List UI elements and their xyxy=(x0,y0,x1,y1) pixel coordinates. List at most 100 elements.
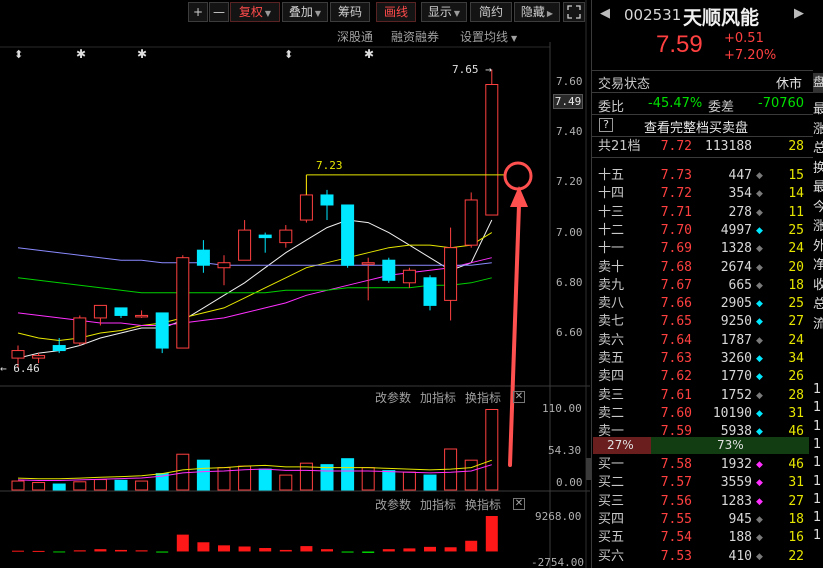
bid-row[interactable]: 买一 7.58 1932 ◆ 46 xyxy=(596,456,808,474)
full-book-link[interactable]: 查看完整档买卖盘 xyxy=(644,117,748,136)
volume-bar xyxy=(11,480,25,491)
ask-volume: 3260 xyxy=(720,351,752,366)
kline-chart[interactable] xyxy=(0,0,590,568)
far-right-value: 1 xyxy=(813,418,822,434)
help-icon[interactable]: ? xyxy=(599,118,613,132)
ask-row[interactable]: 十五 7.73 447 ◆ 15 xyxy=(596,167,808,185)
volume-bar xyxy=(320,464,334,491)
ma-line-1 xyxy=(17,219,493,359)
far-right-value: 1 xyxy=(813,455,822,471)
ask-row[interactable]: 十四 7.72 354 ◆ 14 xyxy=(596,185,808,203)
macd-bar xyxy=(465,540,478,552)
candle-body xyxy=(361,262,375,265)
change-params-button[interactable]: 改参数 xyxy=(375,496,411,513)
switch-indicator-button[interactable]: 换指标 xyxy=(465,389,501,406)
ask-row[interactable]: 十一 7.69 1328 ◆ 24 xyxy=(596,240,808,258)
far-right-value: 1 xyxy=(813,491,822,507)
macd-bar xyxy=(156,551,169,553)
diamond-icon: ◆ xyxy=(756,280,763,291)
candle-body xyxy=(485,84,499,216)
far-right-value: 1 xyxy=(813,400,822,416)
ask-volume: 354 xyxy=(728,186,752,202)
close-icon[interactable]: ✕ xyxy=(513,498,525,510)
ask-label: 十四 xyxy=(598,186,625,202)
macd-bar xyxy=(341,551,354,553)
ask-count: 25 xyxy=(788,296,804,312)
ask-row[interactable]: 卖九 7.67 665 ◆ 18 xyxy=(596,277,808,295)
price-axis-tick: 7.20 xyxy=(556,175,583,189)
ask-price: 7.61 xyxy=(660,387,692,403)
candle-body xyxy=(11,350,25,359)
weicha-value: -70760 xyxy=(758,96,805,111)
ask-row[interactable]: 卖十 7.68 2674 ◆ 20 xyxy=(596,259,808,277)
candle-body xyxy=(258,234,272,239)
diamond-icon: ◆ xyxy=(756,551,763,562)
prev-stock-icon[interactable]: ◀ xyxy=(600,6,610,21)
ask-row[interactable]: 卖四 7.62 1770 ◆ 26 xyxy=(596,368,808,386)
ask-volume: 1787 xyxy=(720,332,752,348)
ask-volume: 278 xyxy=(728,204,752,220)
ask-row[interactable]: 卖五 7.63 3260 ◆ 34 xyxy=(596,350,808,368)
far-right-label: 最 xyxy=(813,180,823,195)
bid-volume: 188 xyxy=(728,530,752,546)
price-axis-tick: 6.80 xyxy=(556,275,583,289)
candle-body xyxy=(402,269,416,284)
bid-row[interactable]: 买四 7.55 945 ◆ 18 xyxy=(596,511,808,529)
far-right-label: 流 xyxy=(813,316,823,332)
ask-row[interactable]: 卖六 7.64 1787 ◆ 24 xyxy=(596,332,808,350)
ask-count: 34 xyxy=(788,351,804,366)
ask-price: 7.62 xyxy=(660,369,692,385)
close-icon[interactable]: ✕ xyxy=(513,391,525,403)
ask-row[interactable]: 卖七 7.65 9250 ◆ 27 xyxy=(596,313,808,331)
ask-volume: 1328 xyxy=(720,241,752,257)
stock-code: 002531 xyxy=(624,6,682,24)
diamond-icon: ◆ xyxy=(756,207,763,218)
ask-price: 7.65 xyxy=(660,314,692,330)
ask-label: 卖四 xyxy=(598,369,625,385)
last-price: 7.59 xyxy=(656,31,703,58)
macd-bar xyxy=(300,546,313,552)
ask-row[interactable]: 卖三 7.61 1752 ◆ 28 xyxy=(596,387,808,405)
diamond-icon: ◆ xyxy=(756,171,763,181)
bid-row[interactable]: 买五 7.54 188 ◆ 16 xyxy=(596,529,808,547)
bid-row[interactable]: 买三 7.56 1283 ◆ 27 xyxy=(596,493,808,511)
diamond-icon: ◆ xyxy=(756,262,763,273)
add-indicator-button[interactable]: 加指标 xyxy=(420,496,456,513)
ask-row[interactable]: 十三 7.71 278 ◆ 11 xyxy=(596,204,808,222)
annotation-arrow-shaft xyxy=(508,203,521,467)
candle-body xyxy=(382,259,396,281)
far-right-tab[interactable]: 盘 xyxy=(813,73,823,93)
candle-body xyxy=(52,345,66,352)
bid-count: 27 xyxy=(788,493,804,509)
macd-bar xyxy=(197,542,210,552)
bid-price: 7.56 xyxy=(660,493,692,509)
far-right-value: 1 xyxy=(813,436,822,452)
macd-bar xyxy=(135,550,148,552)
price-axis-tick: 7.40 xyxy=(556,125,583,139)
change-params-button[interactable]: 改参数 xyxy=(375,389,411,406)
ask-row[interactable]: 卖二 7.60 10190 ◆ 31 xyxy=(596,405,808,423)
add-indicator-button[interactable]: 加指标 xyxy=(420,389,456,406)
candle-body xyxy=(93,304,107,319)
bid-count: 16 xyxy=(788,530,804,546)
levels-summary-price: 7.72 xyxy=(660,139,692,154)
next-stock-icon[interactable]: ▶ xyxy=(794,6,804,21)
far-right-label: 今 xyxy=(813,199,823,215)
far-right-label: 最 xyxy=(813,102,823,117)
ask-count: 14 xyxy=(788,186,804,202)
candle-body xyxy=(73,317,87,344)
ask-row[interactable]: 卖八 7.66 2905 ◆ 25 xyxy=(596,295,808,313)
ask-label: 卖八 xyxy=(598,296,625,312)
macd-bar xyxy=(403,548,416,552)
volume-bar xyxy=(196,459,210,491)
switch-indicator-button[interactable]: 换指标 xyxy=(465,496,501,513)
ask-row[interactable]: 十二 7.70 4997 ◆ 25 xyxy=(596,222,808,240)
ask-price: 7.73 xyxy=(660,168,692,183)
ma-line-4 xyxy=(17,277,492,294)
trade-status-label: 交易状态 xyxy=(598,77,651,92)
bid-row[interactable]: 买六 7.53 410 ◆ 22 xyxy=(596,548,808,566)
diamond-icon: ◆ xyxy=(756,299,763,310)
bid-row[interactable]: 买二 7.57 3559 ◆ 31 xyxy=(596,474,808,492)
bid-price: 7.54 xyxy=(660,530,692,546)
volume-bar xyxy=(341,458,355,491)
